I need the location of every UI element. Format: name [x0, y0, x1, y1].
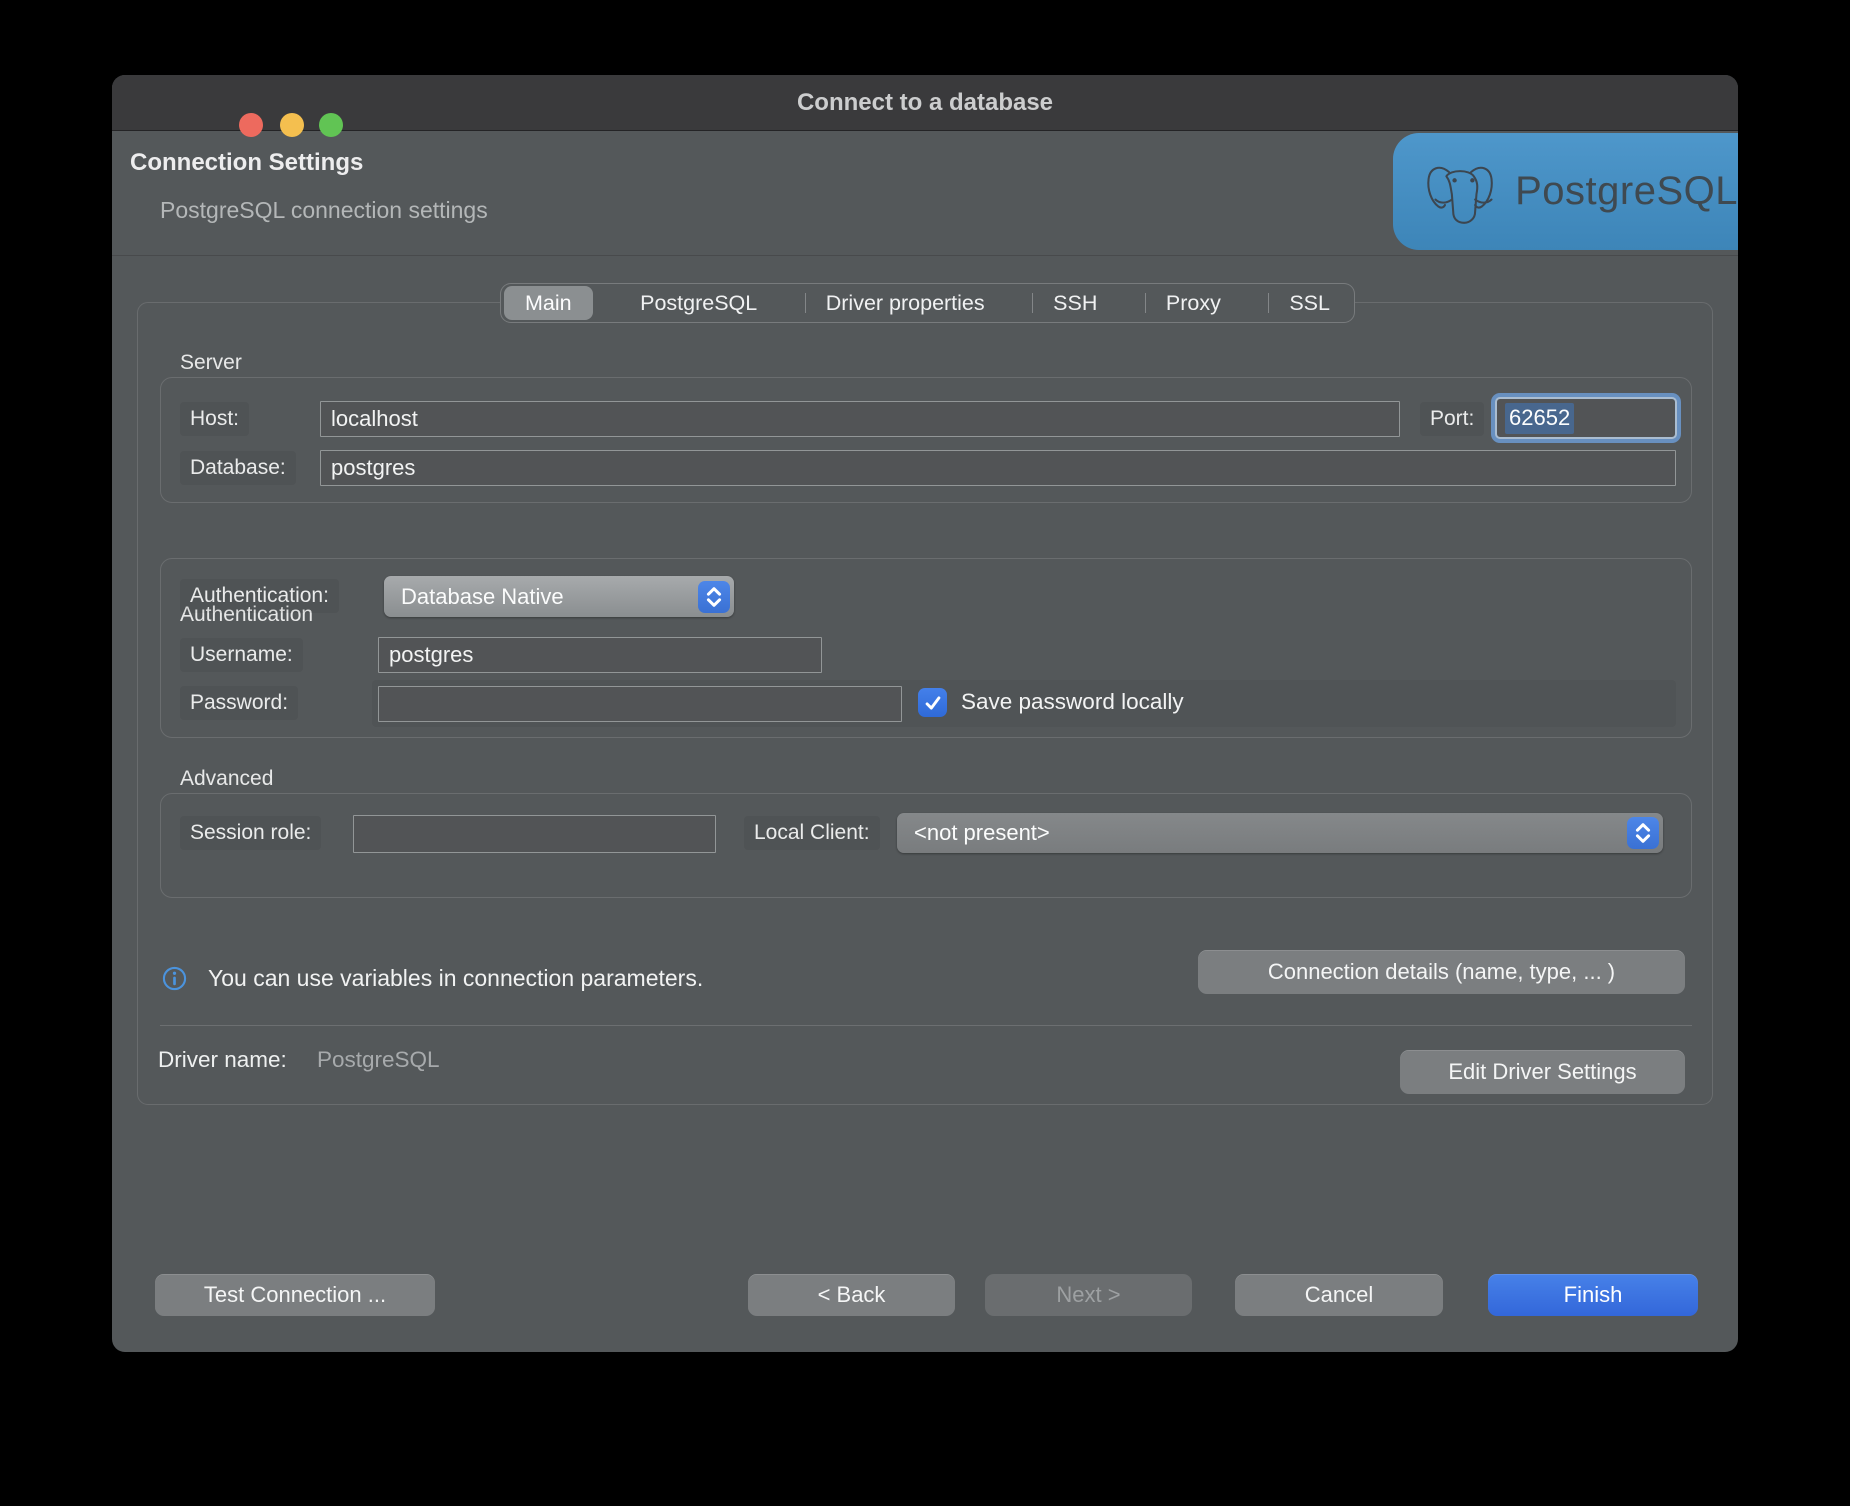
edit-driver-settings-button[interactable]: Edit Driver Settings: [1400, 1050, 1685, 1094]
select-chevrons-icon: [698, 581, 730, 613]
server-section-header: Server: [180, 351, 242, 375]
save-password-checkbox[interactable]: [918, 688, 947, 717]
host-input[interactable]: [320, 401, 1400, 437]
select-chevrons-icon: [1627, 817, 1659, 849]
back-button[interactable]: < Back: [748, 1274, 955, 1316]
port-selected-text: 62652: [1505, 403, 1574, 434]
username-label: Username:: [180, 638, 303, 672]
tab-main[interactable]: Main: [504, 286, 593, 320]
header-divider: [112, 255, 1738, 256]
port-input[interactable]: 62652: [1495, 397, 1677, 439]
postgresql-elephant-icon: [1419, 144, 1501, 240]
screen: Connect to a database Connection Setting…: [0, 0, 1850, 1506]
port-label: Port:: [1420, 402, 1484, 436]
connection-details-button[interactable]: Connection details (name, type, ... ): [1198, 950, 1685, 994]
authentication-label: Authentication:: [180, 579, 339, 613]
local-client-select[interactable]: <not present>: [897, 813, 1663, 853]
driver-row-divider: [160, 1025, 1692, 1026]
tab-ssl[interactable]: SSL: [1268, 286, 1351, 320]
driver-name-label: Driver name:: [158, 1047, 287, 1073]
finish-button[interactable]: Finish: [1488, 1274, 1698, 1316]
postgresql-brand-badge: PostgreSQL: [1393, 133, 1738, 250]
local-client-selected-value: <not present>: [914, 820, 1627, 846]
test-connection-button[interactable]: Test Connection ...: [155, 1274, 435, 1316]
cancel-button[interactable]: Cancel: [1235, 1274, 1443, 1316]
checkmark-icon: [922, 692, 944, 714]
advanced-section-header: Advanced: [180, 767, 273, 791]
password-input[interactable]: [378, 686, 902, 722]
tab-proxy[interactable]: Proxy: [1145, 286, 1242, 320]
window-title: Connect to a database: [797, 89, 1053, 117]
database-input[interactable]: [320, 450, 1676, 486]
local-client-label: Local Client:: [744, 816, 880, 850]
host-label: Host:: [180, 402, 249, 436]
session-role-label: Session role:: [180, 816, 321, 850]
tab-postgresql[interactable]: PostgreSQL: [619, 286, 778, 320]
info-icon: [162, 966, 187, 991]
username-input[interactable]: [378, 637, 822, 673]
zoom-window-button[interactable]: [319, 113, 343, 137]
titlebar: Connect to a database: [112, 75, 1738, 131]
variables-hint-text: You can use variables in connection para…: [208, 965, 703, 992]
brand-name: PostgreSQL: [1515, 169, 1738, 214]
save-password-label: Save password locally: [961, 689, 1184, 715]
authentication-select[interactable]: Database Native: [384, 576, 734, 617]
authentication-selected-value: Database Native: [401, 584, 698, 610]
connect-dialog-window: Connect to a database Connection Setting…: [112, 75, 1738, 1352]
tab-bar: Main PostgreSQL Driver properties SSH Pr…: [500, 283, 1355, 323]
password-label: Password:: [180, 686, 298, 720]
page-subtitle: PostgreSQL connection settings: [160, 197, 488, 224]
close-window-button[interactable]: [239, 113, 263, 137]
session-role-input[interactable]: [353, 815, 716, 853]
next-button[interactable]: Next >: [985, 1274, 1192, 1316]
minimize-window-button[interactable]: [280, 113, 304, 137]
tab-driver-properties[interactable]: Driver properties: [805, 286, 1006, 320]
tab-ssh[interactable]: SSH: [1032, 286, 1118, 320]
driver-name-value: PostgreSQL: [317, 1047, 440, 1073]
database-label: Database:: [180, 451, 296, 485]
page-title: Connection Settings: [130, 149, 363, 177]
